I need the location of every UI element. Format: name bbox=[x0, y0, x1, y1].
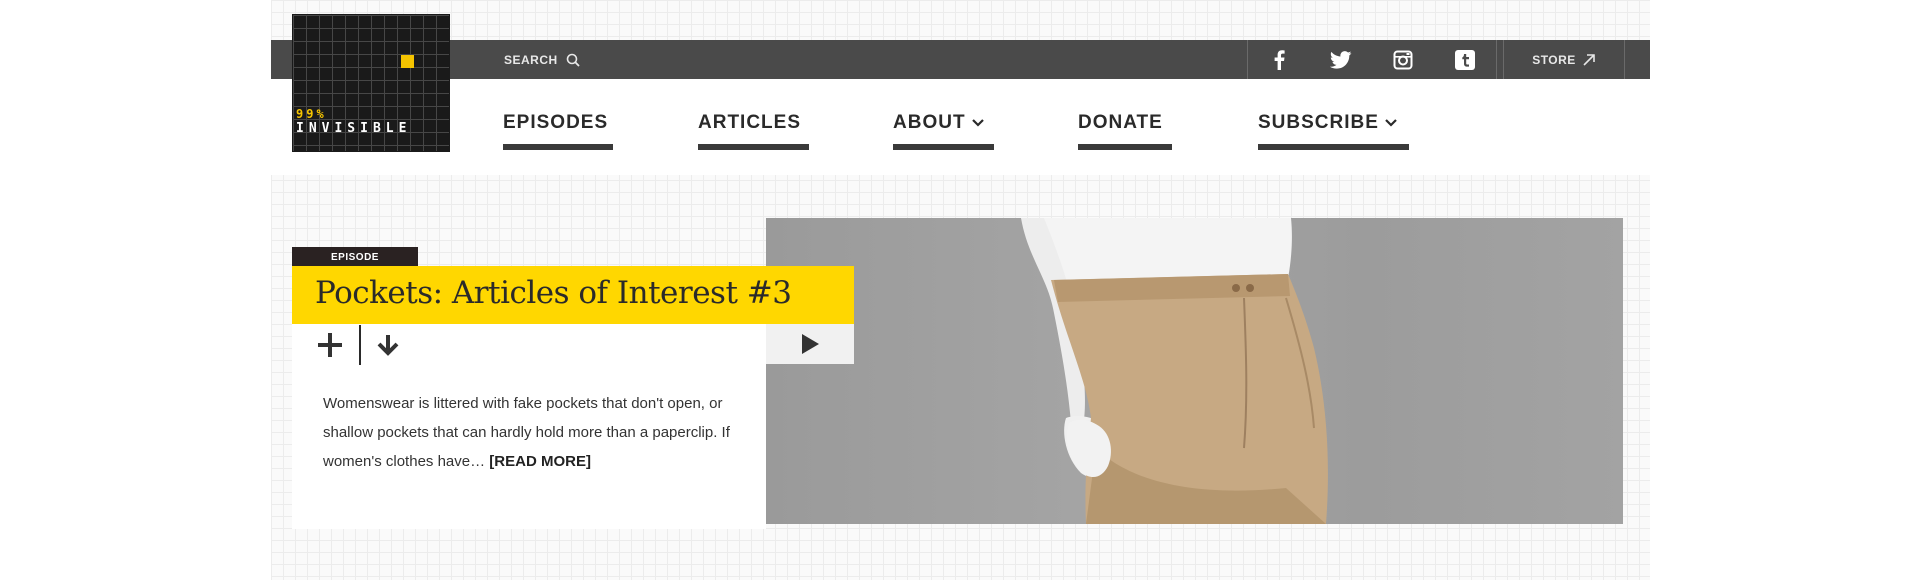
mannequin-shorts-image bbox=[1021, 218, 1328, 524]
nav-underline bbox=[698, 144, 809, 150]
nav-about-label: ABOUT bbox=[893, 112, 966, 133]
search-button[interactable]: SEARCH bbox=[504, 40, 580, 79]
nav-underline bbox=[1078, 144, 1172, 150]
camera-icon bbox=[1393, 50, 1413, 69]
store-label: STORE bbox=[1532, 52, 1576, 67]
episode-actions bbox=[315, 325, 401, 365]
download-arrow-icon[interactable] bbox=[375, 332, 401, 358]
nav-underline bbox=[893, 144, 994, 150]
nav-subscribe-label: SUBSCRIBE bbox=[1258, 112, 1379, 133]
episode-title-banner[interactable]: Pockets: Articles of Interest #3 bbox=[292, 266, 854, 324]
nav-articles-label: ARTICLES bbox=[698, 112, 801, 133]
play-icon bbox=[802, 334, 819, 354]
nav-about[interactable]: ABOUT bbox=[893, 112, 994, 150]
nav-episodes-label: EPISODES bbox=[503, 112, 609, 133]
read-more-link[interactable]: [READ MORE] bbox=[489, 453, 591, 470]
site-logo[interactable]: 99% INVISIBLE bbox=[292, 14, 450, 152]
search-label: SEARCH bbox=[504, 52, 558, 67]
episode-title[interactable]: Pockets: Articles of Interest #3 bbox=[315, 275, 792, 311]
twitter-bird-icon bbox=[1330, 50, 1352, 69]
play-button[interactable] bbox=[766, 324, 854, 364]
episode-description: Womenswear is littered with fake pockets… bbox=[323, 389, 743, 476]
nav-donate-label: DONATE bbox=[1078, 112, 1163, 133]
nav-articles[interactable]: ARTICLES bbox=[698, 112, 809, 150]
top-utility-bar: SEARCH STORE bbox=[271, 40, 1650, 79]
nav-episodes[interactable]: EPISODES bbox=[503, 112, 613, 150]
chevron-down-icon bbox=[1385, 119, 1397, 127]
action-divider bbox=[359, 325, 361, 365]
logo-percent: 99% bbox=[296, 107, 327, 121]
episode-hero-image[interactable] bbox=[766, 218, 1623, 524]
search-icon bbox=[566, 53, 580, 67]
instagram-link[interactable] bbox=[1372, 40, 1434, 79]
nav-donate[interactable]: DONATE bbox=[1078, 112, 1172, 150]
nav-underline bbox=[1258, 144, 1409, 150]
divider bbox=[1496, 40, 1497, 79]
twitter-link[interactable] bbox=[1310, 40, 1372, 79]
facebook-link[interactable] bbox=[1248, 40, 1310, 79]
logo-yellow-square bbox=[401, 55, 414, 68]
tumblr-link[interactable] bbox=[1434, 40, 1496, 79]
nav-subscribe[interactable]: SUBSCRIBE bbox=[1258, 112, 1409, 150]
episode-tag: EPISODE bbox=[292, 247, 418, 267]
chevron-down-icon bbox=[971, 119, 984, 127]
tumblr-icon bbox=[1455, 49, 1475, 70]
add-icon[interactable] bbox=[315, 330, 345, 360]
nav-underline bbox=[503, 144, 613, 150]
logo-wordmark: INVISIBLE bbox=[296, 121, 412, 136]
facebook-icon bbox=[1274, 49, 1285, 70]
store-link[interactable]: STORE bbox=[1503, 40, 1625, 79]
social-links bbox=[1247, 40, 1497, 79]
external-arrow-icon bbox=[1583, 53, 1595, 66]
